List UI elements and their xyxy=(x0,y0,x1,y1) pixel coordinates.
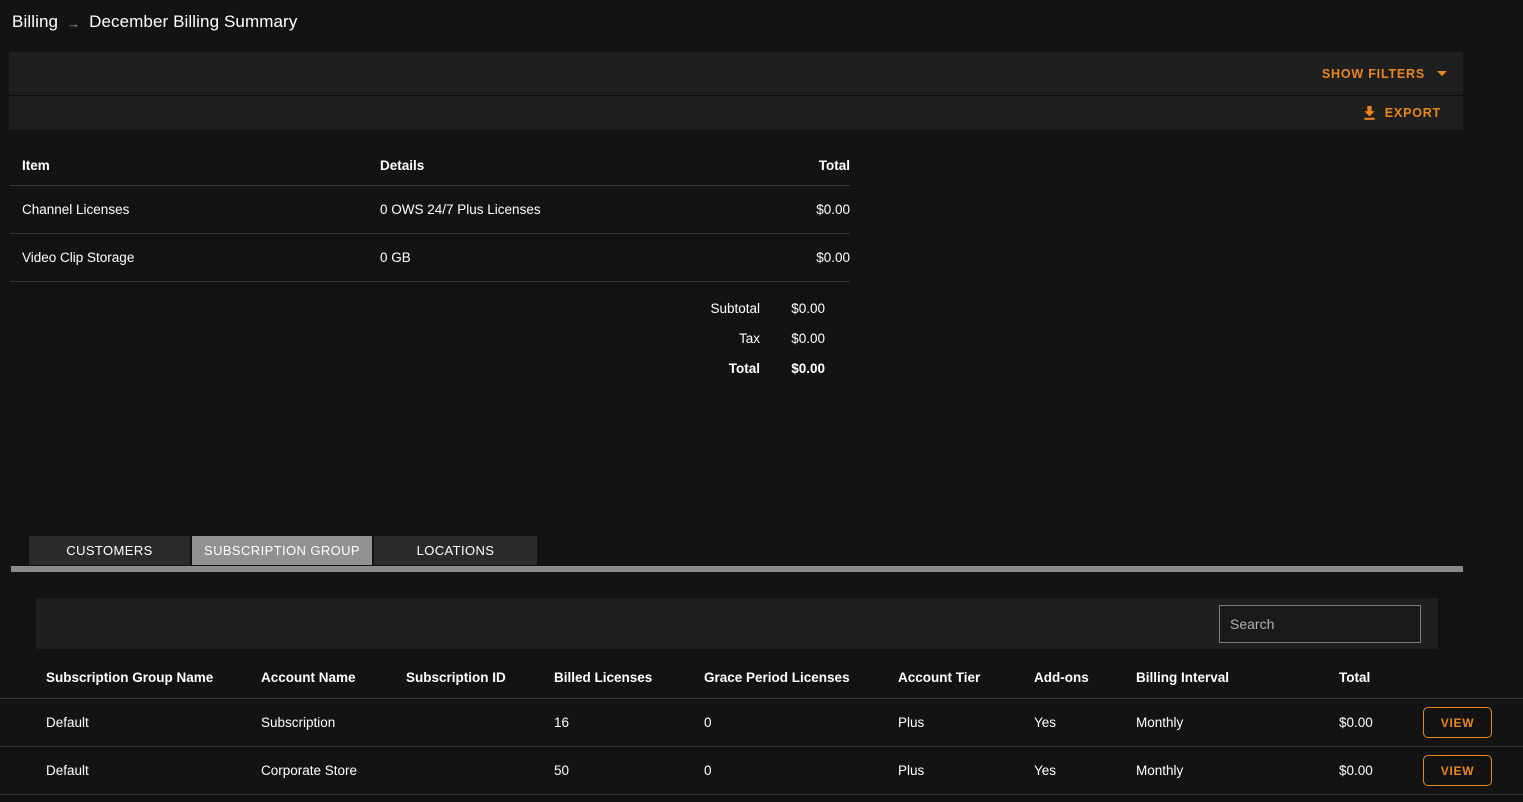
cell-total: $0.00 xyxy=(1339,763,1373,778)
summary-header-item: Item xyxy=(22,158,50,173)
grand-total-line: Total $0.00 xyxy=(10,353,850,383)
view-button[interactable]: VIEW xyxy=(1423,755,1492,786)
cell-subscription-group-name: Default xyxy=(46,763,89,778)
cell-account-name: Subscription xyxy=(261,715,336,730)
grid-toolbar xyxy=(36,598,1438,649)
breadcrumb-current: December Billing Summary xyxy=(89,12,298,31)
export-row: EXPORT xyxy=(9,96,1463,130)
subtotal-label: Subtotal xyxy=(710,300,760,316)
grid-header-account-tier: Account Tier xyxy=(898,670,981,685)
cell-billed-licenses: 50 xyxy=(554,763,570,778)
export-button[interactable]: EXPORT xyxy=(1362,105,1441,121)
grid-header-subscription-group-name: Subscription Group Name xyxy=(46,670,214,685)
view-button[interactable]: VIEW xyxy=(1423,707,1492,738)
summary-cell-item: Video Clip Storage xyxy=(22,250,135,265)
cell-add-ons: Yes xyxy=(1034,763,1057,778)
grid-header-add-ons: Add-ons xyxy=(1034,670,1089,685)
table-row: Channel Licenses 0 OWS 24/7 Plus License… xyxy=(10,186,850,234)
tax-line: Tax $0.00 xyxy=(10,323,850,353)
summary-table-header: Item Details Total xyxy=(10,146,850,186)
subtotal-line: Subtotal $0.00 xyxy=(10,293,850,323)
grid-header-billing-interval: Billing Interval xyxy=(1136,670,1230,685)
cell-actions: VIEW xyxy=(1423,707,1523,738)
cell-add-ons: Yes xyxy=(1034,715,1057,730)
tab-bar: CUSTOMERS SUBSCRIPTION GROUP LOCATIONS xyxy=(29,536,537,565)
tab-customers[interactable]: CUSTOMERS xyxy=(29,536,190,565)
grand-total-value: $0.00 xyxy=(791,360,825,376)
billing-summary-table: Item Details Total Channel Licenses 0 OW… xyxy=(10,146,850,282)
grid-header-subscription-id: Subscription ID xyxy=(406,670,506,685)
summary-cell-item: Channel Licenses xyxy=(22,202,130,217)
grid-header-row: Subscription Group Name Account Name Sub… xyxy=(0,657,1523,699)
summary-header-details: Details xyxy=(380,158,425,173)
tab-subscription-group[interactable]: SUBSCRIPTION GROUP xyxy=(192,536,372,565)
cell-billing-interval: Monthly xyxy=(1136,715,1184,730)
breadcrumb-arrow-icon: → xyxy=(67,15,81,31)
cell-billing-interval: Monthly xyxy=(1136,763,1184,778)
summary-cell-details: 0 GB xyxy=(380,250,411,265)
grid-header-total: Total xyxy=(1339,670,1371,685)
subscription-group-grid: Subscription Group Name Account Name Sub… xyxy=(0,657,1523,795)
cell-account-tier: Plus xyxy=(898,763,925,778)
breadcrumb-root[interactable]: Billing xyxy=(12,12,58,32)
search-box[interactable] xyxy=(1219,604,1421,643)
search-input[interactable] xyxy=(1220,615,1421,632)
cell-billed-licenses: 16 xyxy=(554,715,570,730)
table-row: Video Clip Storage 0 GB $0.00 xyxy=(10,234,850,282)
summary-cell-total: $0.00 xyxy=(816,250,850,265)
cell-account-tier: Plus xyxy=(898,715,925,730)
tax-value: $0.00 xyxy=(791,330,825,346)
tax-label: Tax xyxy=(738,330,760,346)
filter-export-panel: SHOW FILTERS EXPORT xyxy=(9,52,1463,130)
summary-cell-details: 0 OWS 24/7 Plus Licenses xyxy=(380,202,541,217)
summary-cell-total: $0.00 xyxy=(816,202,850,217)
breadcrumb: Billing → December Billing Summary xyxy=(12,8,297,36)
cell-actions: VIEW xyxy=(1423,755,1523,786)
cell-account-name: Corporate Store xyxy=(261,763,358,778)
cell-grace-period-licenses: 0 xyxy=(704,715,712,730)
summary-totals: Subtotal $0.00 Tax $0.00 Total $0.00 xyxy=(10,293,850,383)
export-label: EXPORT xyxy=(1384,106,1441,120)
show-filters-button[interactable]: SHOW FILTERS xyxy=(1322,67,1447,81)
horizontal-scrollbar[interactable] xyxy=(11,566,1463,572)
subtotal-value: $0.00 xyxy=(791,300,825,316)
tab-locations[interactable]: LOCATIONS xyxy=(374,536,537,565)
table-row[interactable]: Default Subscription 16 0 Plus Yes Month… xyxy=(0,699,1523,747)
table-row[interactable]: Default Corporate Store 50 0 Plus Yes Mo… xyxy=(0,747,1523,795)
grid-header-account-name: Account Name xyxy=(261,670,356,685)
grand-total-label: Total xyxy=(728,360,760,376)
cell-subscription-group-name: Default xyxy=(46,715,89,730)
grid-header-grace-period-licenses: Grace Period Licenses xyxy=(704,670,850,685)
download-icon xyxy=(1364,106,1375,120)
filter-row: SHOW FILTERS xyxy=(9,52,1463,96)
cell-total: $0.00 xyxy=(1339,715,1373,730)
chevron-down-icon xyxy=(1437,71,1447,76)
show-filters-label: SHOW FILTERS xyxy=(1321,66,1425,81)
summary-header-total: Total xyxy=(818,158,850,173)
cell-grace-period-licenses: 0 xyxy=(704,763,712,778)
grid-header-billed-licenses: Billed Licenses xyxy=(554,670,653,685)
